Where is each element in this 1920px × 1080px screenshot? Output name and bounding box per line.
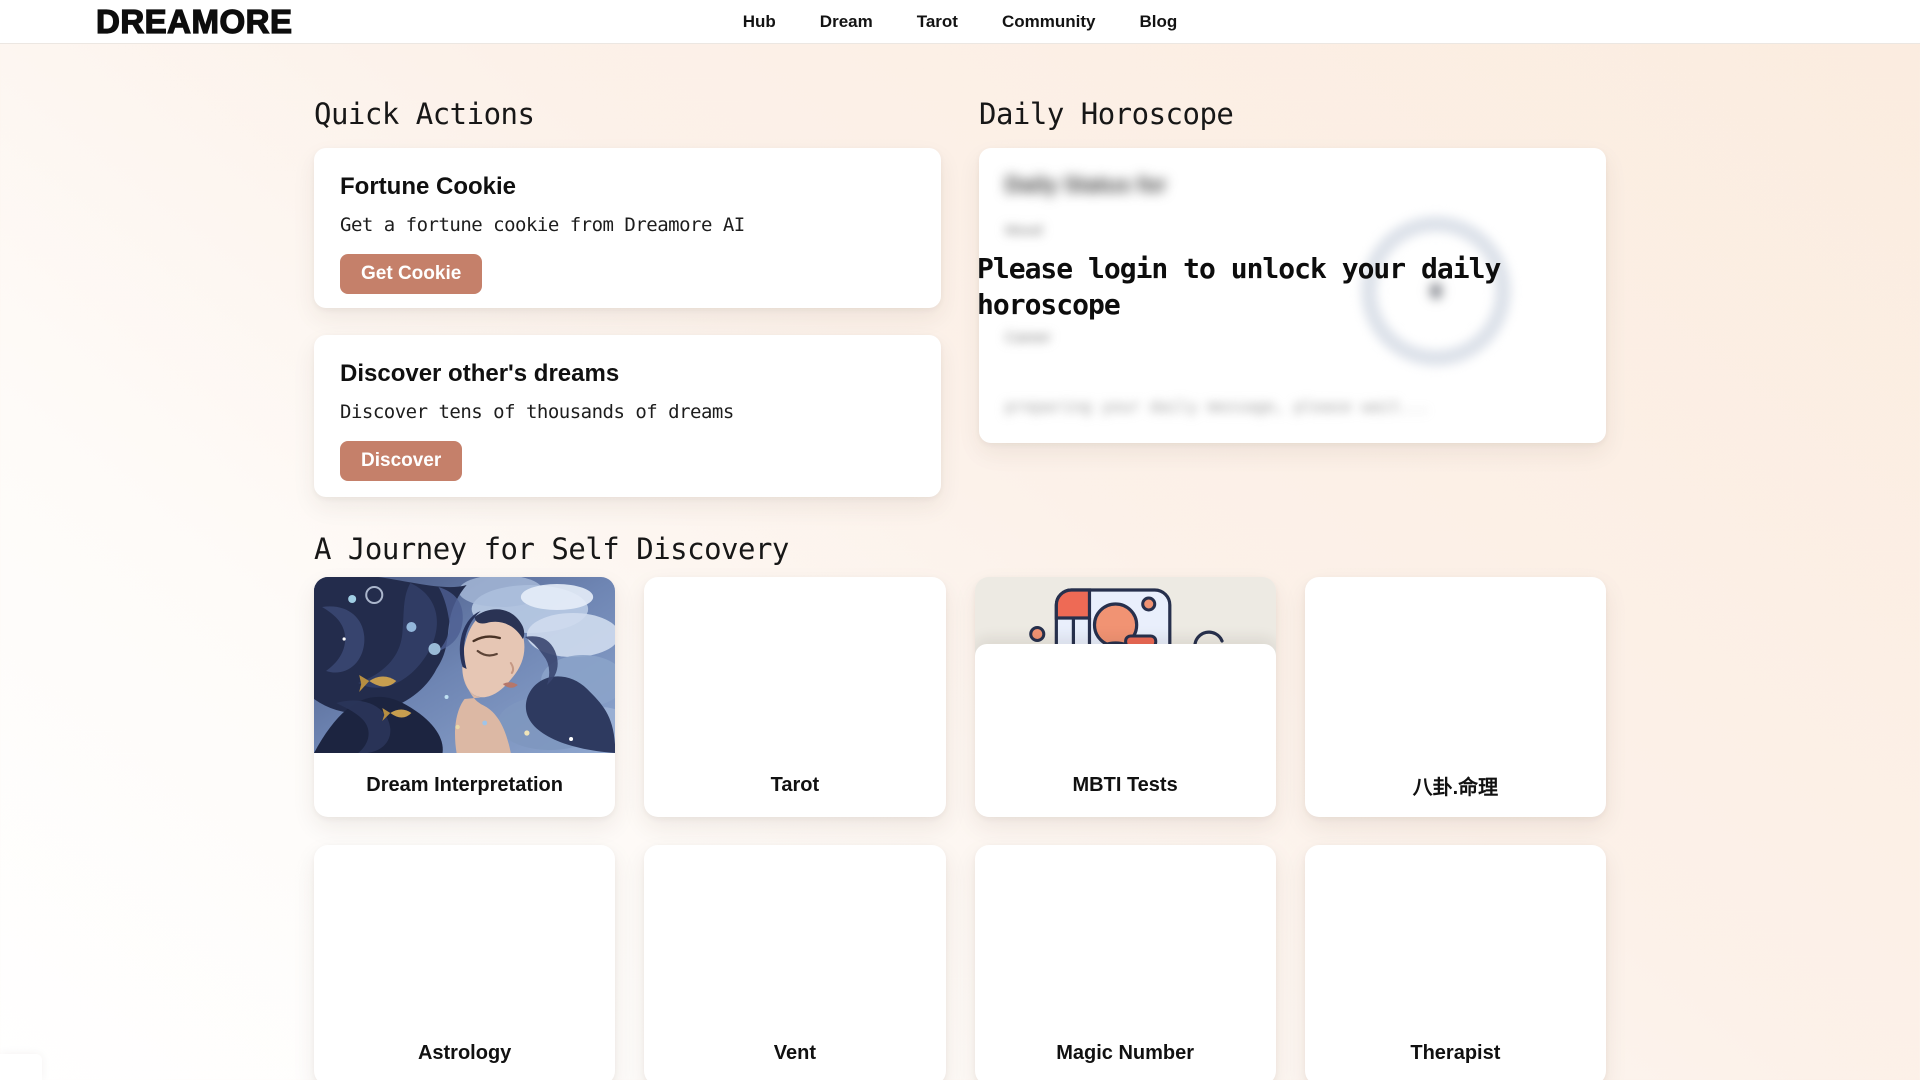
journey-card-tarot[interactable]: Tarot bbox=[644, 577, 945, 817]
journey-card-label: MBTI Tests bbox=[975, 753, 1276, 817]
discover-dreams-title: Discover other's dreams bbox=[340, 359, 915, 389]
quick-actions-section: Quick Actions Fortune Cookie Get a fortu… bbox=[314, 96, 941, 497]
blurred-status-title: Daily Status for bbox=[1005, 172, 1166, 198]
journey-card-bagua[interactable]: 八卦.命理 bbox=[1305, 577, 1606, 817]
journey-card-label: 八卦.命理 bbox=[1305, 753, 1606, 817]
quick-actions-heading: Quick Actions bbox=[314, 96, 941, 132]
blurred-career-label: Career bbox=[1005, 329, 1051, 346]
journey-card-magic-number[interactable]: Magic Number bbox=[975, 845, 1276, 1080]
journey-card-astrology[interactable]: Astrology bbox=[314, 845, 615, 1080]
journey-card-dream-interpretation[interactable]: Dream Interpretation bbox=[314, 577, 615, 817]
journey-card-grid: Dream Interpretation Tarot bbox=[314, 577, 1606, 1080]
journey-card-label: Tarot bbox=[644, 753, 945, 817]
journey-card-label: Astrology bbox=[314, 1021, 615, 1080]
journey-card-label: Therapist bbox=[1305, 1021, 1606, 1080]
dream-art-image bbox=[314, 577, 615, 753]
daily-horoscope-heading: Daily Horoscope bbox=[979, 96, 1606, 132]
nav-item-community[interactable]: Community bbox=[1002, 12, 1096, 32]
discover-dreams-description: Discover tens of thousands of dreams bbox=[340, 400, 915, 424]
fortune-cookie-card: Fortune Cookie Get a fortune cookie from… bbox=[314, 148, 941, 308]
login-locked-message: Please login to unlock your daily horosc… bbox=[979, 251, 1601, 323]
blurred-mood-label: Mood bbox=[1005, 222, 1043, 239]
nav-item-hub[interactable]: Hub bbox=[743, 12, 776, 32]
top-nav-bar: DREAMORE Hub Dream Tarot Community Blog bbox=[0, 0, 1920, 44]
page-content: Quick Actions Fortune Cookie Get a fortu… bbox=[314, 44, 1606, 1080]
journey-card-therapist[interactable]: Therapist bbox=[1305, 845, 1606, 1080]
fortune-cookie-description: Get a fortune cookie from Dreamore AI bbox=[340, 213, 915, 237]
journey-card-vent[interactable]: Vent bbox=[644, 845, 945, 1080]
blurred-footer-text: preparing your daily message, please wai… bbox=[1005, 397, 1429, 416]
journey-section: A Journey for Self Discovery bbox=[314, 531, 1606, 1080]
journey-card-label: Magic Number bbox=[975, 1021, 1276, 1080]
fortune-cookie-title: Fortune Cookie bbox=[340, 172, 915, 202]
journey-card-label: Vent bbox=[644, 1021, 945, 1080]
brand-logo[interactable]: DREAMORE bbox=[96, 3, 293, 41]
corner-widget bbox=[0, 1054, 42, 1080]
get-cookie-button[interactable]: Get Cookie bbox=[340, 254, 482, 294]
journey-card-label: Dream Interpretation bbox=[314, 753, 615, 817]
discover-dreams-card: Discover other's dreams Discover tens of… bbox=[314, 335, 941, 497]
discover-button[interactable]: Discover bbox=[340, 441, 462, 481]
journey-heading: A Journey for Self Discovery bbox=[314, 531, 1606, 567]
daily-horoscope-card: Daily Status for Mood Career preparing y… bbox=[979, 148, 1606, 443]
nav-item-blog[interactable]: Blog bbox=[1139, 12, 1177, 32]
daily-horoscope-section: Daily Horoscope Daily Status for Mood Ca… bbox=[979, 96, 1606, 497]
nav-item-dream[interactable]: Dream bbox=[820, 12, 873, 32]
journey-card-mbti-tests[interactable]: MBTI Tests bbox=[975, 577, 1276, 817]
nav-item-tarot[interactable]: Tarot bbox=[917, 12, 958, 32]
